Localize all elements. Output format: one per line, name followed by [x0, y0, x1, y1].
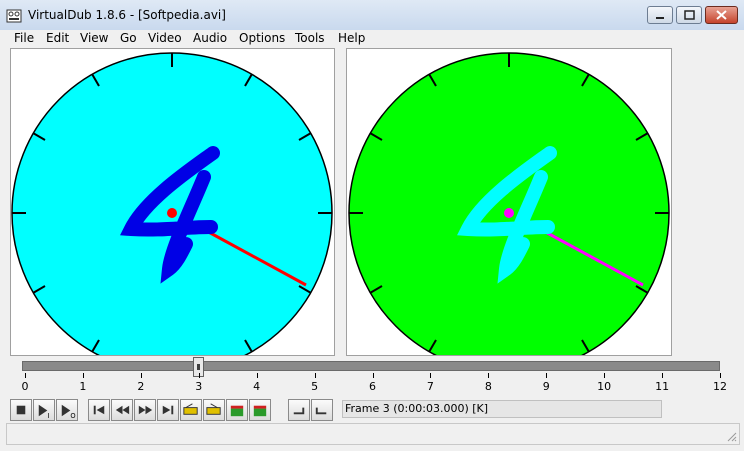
menu-tools[interactable]: Tools	[295, 31, 325, 45]
play-input-button[interactable]: I	[33, 399, 55, 421]
menu-audio[interactable]: Audio	[193, 31, 227, 45]
play-output-icon: O	[61, 404, 76, 420]
output-clock-frame	[348, 52, 670, 355]
menu-bar: File Edit View Go Video Audio Options To…	[0, 30, 744, 48]
menu-file[interactable]: File	[14, 31, 34, 45]
go-end-icon	[162, 405, 174, 415]
resize-grip-icon[interactable]	[725, 430, 737, 442]
timeline-tick-label: 12	[713, 380, 727, 393]
timeline-tick-mark	[82, 373, 84, 378]
mark-out-icon	[315, 407, 327, 415]
prev-frame-button[interactable]	[111, 399, 133, 421]
menu-edit[interactable]: Edit	[46, 31, 69, 45]
title-bar: VirtualDub 1.8.6 - [Softpedia.avi]	[0, 0, 744, 31]
timeline-tick-label: 4	[253, 380, 261, 393]
timeline-tick-label: 5	[311, 380, 319, 393]
close-button[interactable]	[705, 6, 738, 24]
menu-video[interactable]: Video	[148, 31, 182, 45]
timeline-tick-mark	[488, 373, 490, 378]
timeline-tick-mark	[720, 373, 721, 378]
timeline-tick-mark	[25, 373, 26, 378]
timeline-tick-mark	[662, 373, 664, 378]
timeline-track[interactable]	[22, 361, 720, 371]
timeline-tick-label: 6	[369, 380, 376, 393]
next-scene-button[interactable]	[249, 399, 271, 421]
play-output-button[interactable]: O	[56, 399, 78, 421]
timeline-tick-mark	[546, 373, 548, 378]
go-start-icon	[93, 405, 105, 415]
minimize-icon	[656, 17, 664, 19]
next-frame-icon	[138, 405, 153, 415]
start-button[interactable]	[88, 399, 110, 421]
timeline-tick-mark	[604, 373, 606, 378]
prev-keyframe-icon	[183, 403, 198, 415]
input-clock-center	[167, 208, 177, 218]
frame-info: Frame 3 (0:00:03.000) [K]	[342, 400, 662, 418]
menu-options[interactable]: Options	[239, 31, 285, 45]
next-frame-button[interactable]	[134, 399, 156, 421]
timeline-tick-label: 2	[137, 380, 145, 393]
timeline-tick-mark	[314, 373, 316, 378]
timeline-tick-label: 1	[79, 380, 87, 393]
status-bar	[6, 423, 740, 445]
stop-button[interactable]	[10, 399, 32, 421]
timeline-tick-mark	[198, 373, 200, 378]
timeline-tick-mark	[430, 373, 432, 378]
output-video-pane[interactable]	[346, 48, 672, 356]
output-clock-center	[504, 208, 514, 218]
window-title: VirtualDub 1.8.6 - [Softpedia.avi]	[28, 8, 226, 22]
timeline-tick-mark	[140, 373, 142, 378]
menu-help[interactable]: Help	[338, 31, 365, 45]
timeline-tick-label: 9	[542, 380, 550, 393]
timeline-tick-label: 3	[195, 380, 203, 393]
close-icon	[716, 10, 727, 20]
mark-in-icon	[293, 407, 305, 415]
timeline-tick-mark	[372, 373, 374, 378]
timeline-tick-label: 0	[21, 380, 29, 393]
input-clock-face	[11, 52, 333, 355]
mark-out-button[interactable]	[311, 399, 333, 421]
output-clock-face	[348, 52, 670, 355]
maximize-icon	[684, 10, 695, 20]
end-button[interactable]	[157, 399, 179, 421]
next-keyframe-button[interactable]	[203, 399, 225, 421]
prev-scene-icon	[230, 405, 244, 417]
next-scene-icon	[253, 405, 267, 417]
next-keyframe-icon	[206, 403, 221, 415]
menu-view[interactable]: View	[80, 31, 108, 45]
play-input-icon: I	[38, 404, 49, 420]
menu-go[interactable]: Go	[120, 31, 137, 45]
svg-text:O: O	[70, 412, 75, 420]
prev-scene-button[interactable]	[226, 399, 248, 421]
mark-in-button[interactable]	[288, 399, 310, 421]
stop-icon	[16, 405, 26, 415]
minimize-button[interactable]	[647, 6, 673, 24]
prev-frame-icon	[115, 405, 130, 415]
prev-keyframe-button[interactable]	[180, 399, 202, 421]
maximize-button[interactable]	[676, 6, 702, 24]
timeline-tick-mark	[256, 373, 258, 378]
timeline-tick-label: 10	[597, 380, 612, 393]
input-video-pane[interactable]	[10, 48, 335, 356]
timeline-tick-label: 7	[426, 380, 434, 393]
timeline-tick-label: 8	[484, 380, 492, 393]
app-icon	[6, 9, 22, 23]
timeline-tick-label: 11	[655, 380, 670, 393]
svg-text:I: I	[47, 412, 49, 420]
input-clock-frame	[11, 52, 333, 355]
